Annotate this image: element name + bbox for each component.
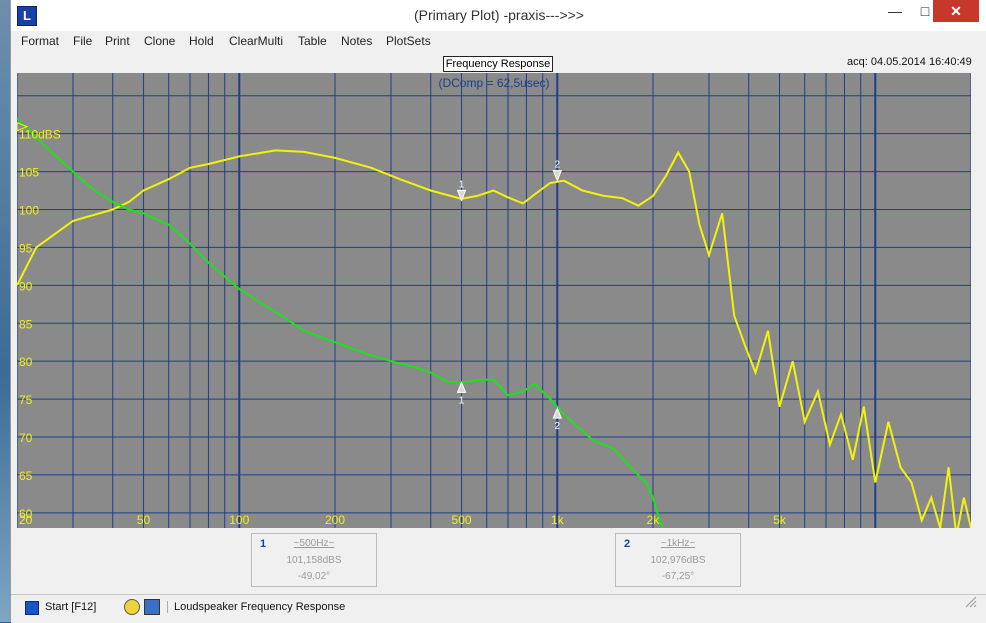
start-button-label[interactable]: Start [F12] <box>45 601 96 613</box>
cursor-1-frequency: ~500Hz~ <box>293 538 335 549</box>
menu-bar: Format File Print Clone Hold ClearMulti … <box>11 31 986 51</box>
cursor-2-readout[interactable]: 2 ~1kHz~ 102,976dBS -67,25° <box>615 533 741 587</box>
chart-subtitle: (DComp = 62,5usec) <box>438 76 549 90</box>
menu-file[interactable]: File <box>73 34 92 48</box>
title-bar: L (Primary Plot) -praxis--->>> — □ ✕ <box>11 0 986 31</box>
cursor-1-readout[interactable]: 1 ~500Hz~ 101,158dBS -49,02° <box>251 533 377 587</box>
status-bar: Start [F12] Loudspeaker Frequency Respon… <box>11 594 986 623</box>
y-tick-label: 65 <box>19 469 33 483</box>
frequency-response-tab[interactable]: Frequency Response <box>443 56 553 72</box>
x-tick-label: 100 <box>229 513 249 527</box>
x-tick-label: 5k <box>773 513 787 527</box>
pen-icon[interactable] <box>144 599 160 615</box>
desktop-background <box>0 0 10 622</box>
resize-grip-icon[interactable] <box>965 596 977 608</box>
cursor-2-frequency: ~1kHz~ <box>660 538 696 549</box>
close-button[interactable]: ✕ <box>933 0 979 22</box>
marker-2-top-label: 2 <box>554 160 560 171</box>
cursor-1-phase: -49,02° <box>297 571 331 582</box>
window-title: (Primary Plot) -praxis--->>> <box>414 7 584 23</box>
menu-format[interactable]: Format <box>21 34 59 48</box>
y-tick-label: 70 <box>19 431 33 445</box>
minimize-button[interactable]: — <box>879 0 911 22</box>
y-tick-label: 110dBS <box>19 128 61 142</box>
frequency-response-chart[interactable]: 1122110dBS105100959085807570656020 50 100 2… <box>17 73 971 528</box>
y-tick-label: 105 <box>19 166 39 180</box>
x-tick-label: 50 <box>137 513 151 527</box>
y-tick-label: 90 <box>19 279 33 293</box>
app-window: L (Primary Plot) -praxis--->>> — □ ✕ For… <box>10 0 986 623</box>
y-tick-label: 80 <box>19 355 33 369</box>
cursor-2-phase: -67,25° <box>661 571 695 582</box>
gauge-icon[interactable] <box>124 599 140 615</box>
y-tick-label: 100 <box>19 204 39 218</box>
menu-clearmulti[interactable]: ClearMulti <box>229 34 283 48</box>
y-tick-label: 85 <box>19 317 33 331</box>
x-tick-label: 1k <box>551 513 565 527</box>
menu-hold[interactable]: Hold <box>189 34 214 48</box>
x-tick-label: 200 <box>325 513 345 527</box>
marker-2-bottom-label: 2 <box>554 421 560 432</box>
marker-1-top-label: 1 <box>459 179 465 190</box>
menu-table[interactable]: Table <box>298 34 327 48</box>
x-tick-label: 500 <box>452 513 472 527</box>
cursor-2-level: 102,976dBS <box>650 555 706 566</box>
menu-clone[interactable]: Clone <box>144 34 175 48</box>
cursor-1-level: 101,158dBS <box>286 555 342 566</box>
y-tick-label: 95 <box>19 241 33 255</box>
status-message: Loudspeaker Frequency Response <box>167 601 345 613</box>
menu-notes[interactable]: Notes <box>341 34 372 48</box>
start-icon[interactable] <box>25 601 39 615</box>
menu-plotsets[interactable]: PlotSets <box>386 34 431 48</box>
marker-1-bottom-label: 1 <box>459 395 465 406</box>
acquisition-timestamp: acq: 04.05.2014 16:40:49 <box>847 56 972 68</box>
plot-background <box>17 73 971 528</box>
y-tick-label: 75 <box>19 393 33 407</box>
menu-print[interactable]: Print <box>105 34 130 48</box>
x-tick-label: 20 <box>19 513 33 527</box>
x-tick-label: 2k <box>647 513 661 527</box>
